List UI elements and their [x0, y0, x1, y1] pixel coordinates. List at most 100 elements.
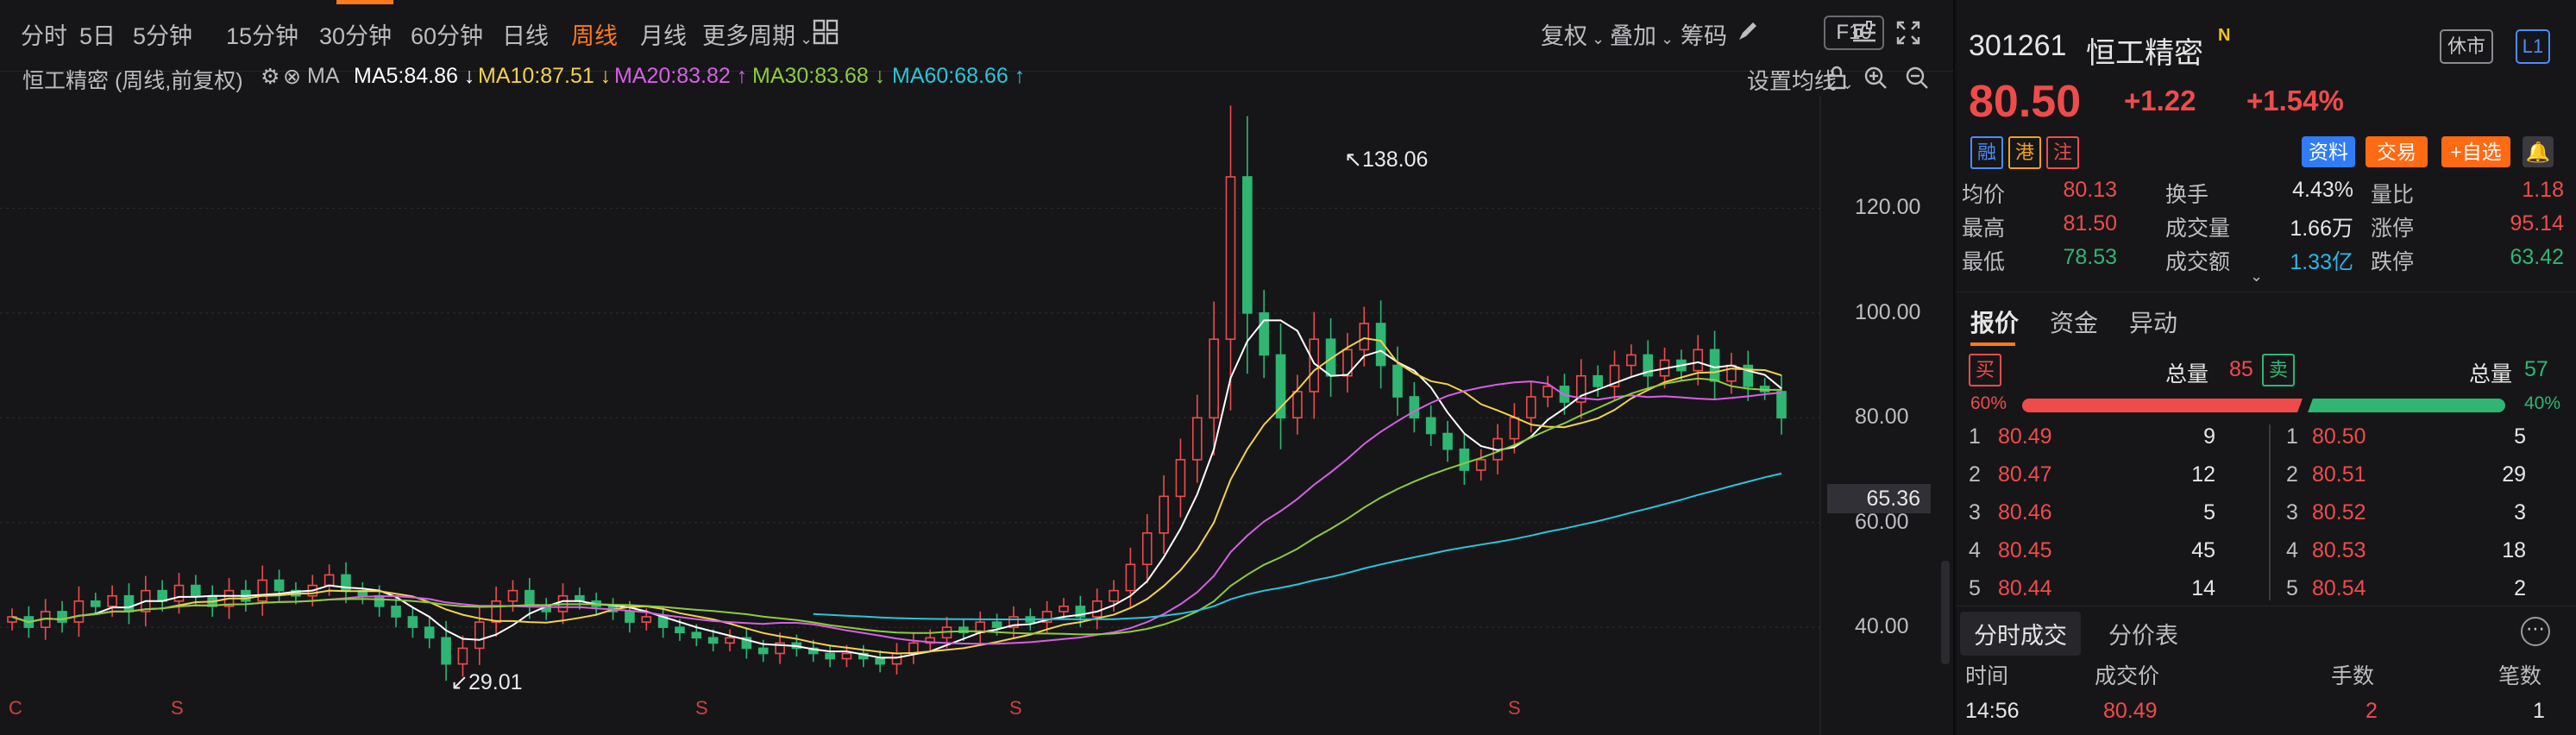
- candle[interactable]: [7, 608, 17, 631]
- y-tick-label: 40.00: [1855, 614, 1909, 639]
- candle[interactable]: [1175, 438, 1186, 518]
- candle[interactable]: [875, 650, 885, 673]
- active-tab-indicator: [1970, 342, 2015, 346]
- candle[interactable]: [491, 586, 501, 638]
- more-icon[interactable]: ⋯: [2521, 617, 2550, 646]
- bid-volume: 12: [2191, 462, 2215, 487]
- candle[interactable]: [57, 600, 67, 633]
- candle[interactable]: [157, 580, 167, 612]
- candle[interactable]: [1091, 588, 1103, 630]
- candle[interactable]: [858, 644, 869, 668]
- candle[interactable]: [1626, 344, 1637, 376]
- candle[interactable]: [1743, 350, 1754, 401]
- candle[interactable]: [1576, 359, 1586, 419]
- candle[interactable]: [1409, 382, 1420, 433]
- bid-level: 4: [1969, 538, 1981, 562]
- avg-price-label: 均价: [1962, 183, 2006, 207]
- candle[interactable]: [975, 611, 986, 644]
- candle[interactable]: [1159, 475, 1169, 555]
- candle[interactable]: [825, 644, 835, 668]
- bid-price[interactable]: 80.45: [1998, 538, 2052, 563]
- turnover-label: 换手: [2165, 183, 2209, 207]
- trade-button[interactable]: 交易: [2366, 136, 2428, 167]
- level-badge[interactable]: L1: [2516, 29, 2550, 64]
- candle[interactable]: [1609, 350, 1620, 401]
- panel-divider[interactable]: [1953, 0, 1955, 735]
- info-button[interactable]: 资料: [2302, 136, 2355, 167]
- buy-total-label: 总量: [2165, 362, 2209, 386]
- scrollbar[interactable]: [1941, 561, 1950, 664]
- bid-price[interactable]: 80.49: [1998, 424, 2052, 449]
- candle[interactable]: [1643, 340, 1654, 391]
- candle[interactable]: [1542, 375, 1553, 408]
- sell-pct: 40%: [2524, 393, 2561, 413]
- candle[interactable]: [741, 627, 752, 659]
- candle[interactable]: [357, 581, 368, 605]
- candle[interactable]: [123, 583, 135, 625]
- bid-price[interactable]: 80.44: [1998, 576, 2052, 601]
- ask-price[interactable]: 80.53: [2312, 538, 2366, 563]
- candle[interactable]: [1392, 346, 1403, 416]
- candle[interactable]: [1141, 514, 1153, 584]
- bid-price[interactable]: 80.47: [1998, 462, 2052, 487]
- candle[interactable]: [1259, 290, 1269, 379]
- candle[interactable]: [1209, 301, 1219, 456]
- candle[interactable]: [1593, 365, 1603, 397]
- candle[interactable]: [73, 586, 85, 638]
- hk-connect-tag[interactable]: 港: [2008, 136, 2041, 169]
- candle[interactable]: [1459, 434, 1470, 485]
- candle[interactable]: [90, 593, 101, 615]
- orderbook-divider: [2269, 424, 2271, 600]
- candle[interactable]: [1709, 330, 1720, 400]
- candle[interactable]: [1242, 116, 1253, 374]
- col-count: 笔数: [2498, 664, 2542, 688]
- candle[interactable]: [1292, 374, 1303, 435]
- candle[interactable]: [1776, 374, 1787, 435]
- candle[interactable]: [1225, 105, 1236, 411]
- candle[interactable]: [908, 632, 919, 664]
- candle[interactable]: [1442, 420, 1453, 462]
- ask-level: 3: [2286, 500, 2298, 525]
- candle[interactable]: [424, 617, 435, 649]
- candle[interactable]: [273, 569, 285, 601]
- candle[interactable]: [1425, 405, 1436, 447]
- candlestick-chart[interactable]: [0, 0, 1953, 735]
- candle[interactable]: [575, 587, 585, 610]
- bid-price[interactable]: 80.46: [1998, 500, 2052, 525]
- candle[interactable]: [657, 606, 669, 638]
- candle[interactable]: [474, 605, 485, 665]
- margin-tag[interactable]: 融: [1970, 136, 2003, 169]
- registration-tag[interactable]: 注: [2046, 136, 2079, 169]
- ask-price[interactable]: 80.54: [2312, 576, 2366, 601]
- high-label: 最高: [1962, 217, 2006, 241]
- add-watchlist-button[interactable]: +自选: [2441, 136, 2510, 167]
- candle[interactable]: [891, 643, 902, 675]
- bell-icon[interactable]: 🔔: [2523, 136, 2554, 167]
- candle[interactable]: [1359, 306, 1370, 367]
- candle[interactable]: [1475, 449, 1486, 481]
- limit-down-value: 63.42: [2510, 245, 2564, 269]
- candle[interactable]: [541, 598, 551, 620]
- candle[interactable]: [407, 606, 418, 638]
- tab-quote[interactable]: 报价: [1970, 305, 2019, 339]
- candle[interactable]: [257, 565, 268, 616]
- ask-price[interactable]: 80.51: [2312, 462, 2366, 487]
- y-tick-label: 80.00: [1855, 405, 1909, 430]
- tab-funds[interactable]: 资金: [2050, 305, 2098, 339]
- quote-panel: 301261 恒工精密 N 休市 L1 80.50 +1.22 +1.54% 融…: [1957, 0, 2576, 735]
- tab-anomaly[interactable]: 异动: [2129, 305, 2177, 339]
- new-stock-badge: N: [2218, 26, 2231, 45]
- candle[interactable]: [1191, 394, 1203, 483]
- ask-volume: 3: [2514, 500, 2526, 525]
- candle[interactable]: [1342, 332, 1353, 393]
- ask-price[interactable]: 80.50: [2312, 424, 2366, 449]
- candle[interactable]: [1726, 353, 1737, 394]
- high-value: 81.50: [2063, 211, 2117, 236]
- candle[interactable]: [1275, 324, 1286, 449]
- expand-chevron-icon[interactable]: ⌄: [2250, 267, 2263, 286]
- candle[interactable]: [725, 629, 735, 652]
- ask-price[interactable]: 80.52: [2312, 500, 2366, 525]
- tab-tick-trades[interactable]: 分时成交: [1960, 612, 2081, 656]
- market-status-badge: 休市: [2440, 29, 2493, 64]
- tab-price-table[interactable]: 分价表: [2108, 617, 2178, 650]
